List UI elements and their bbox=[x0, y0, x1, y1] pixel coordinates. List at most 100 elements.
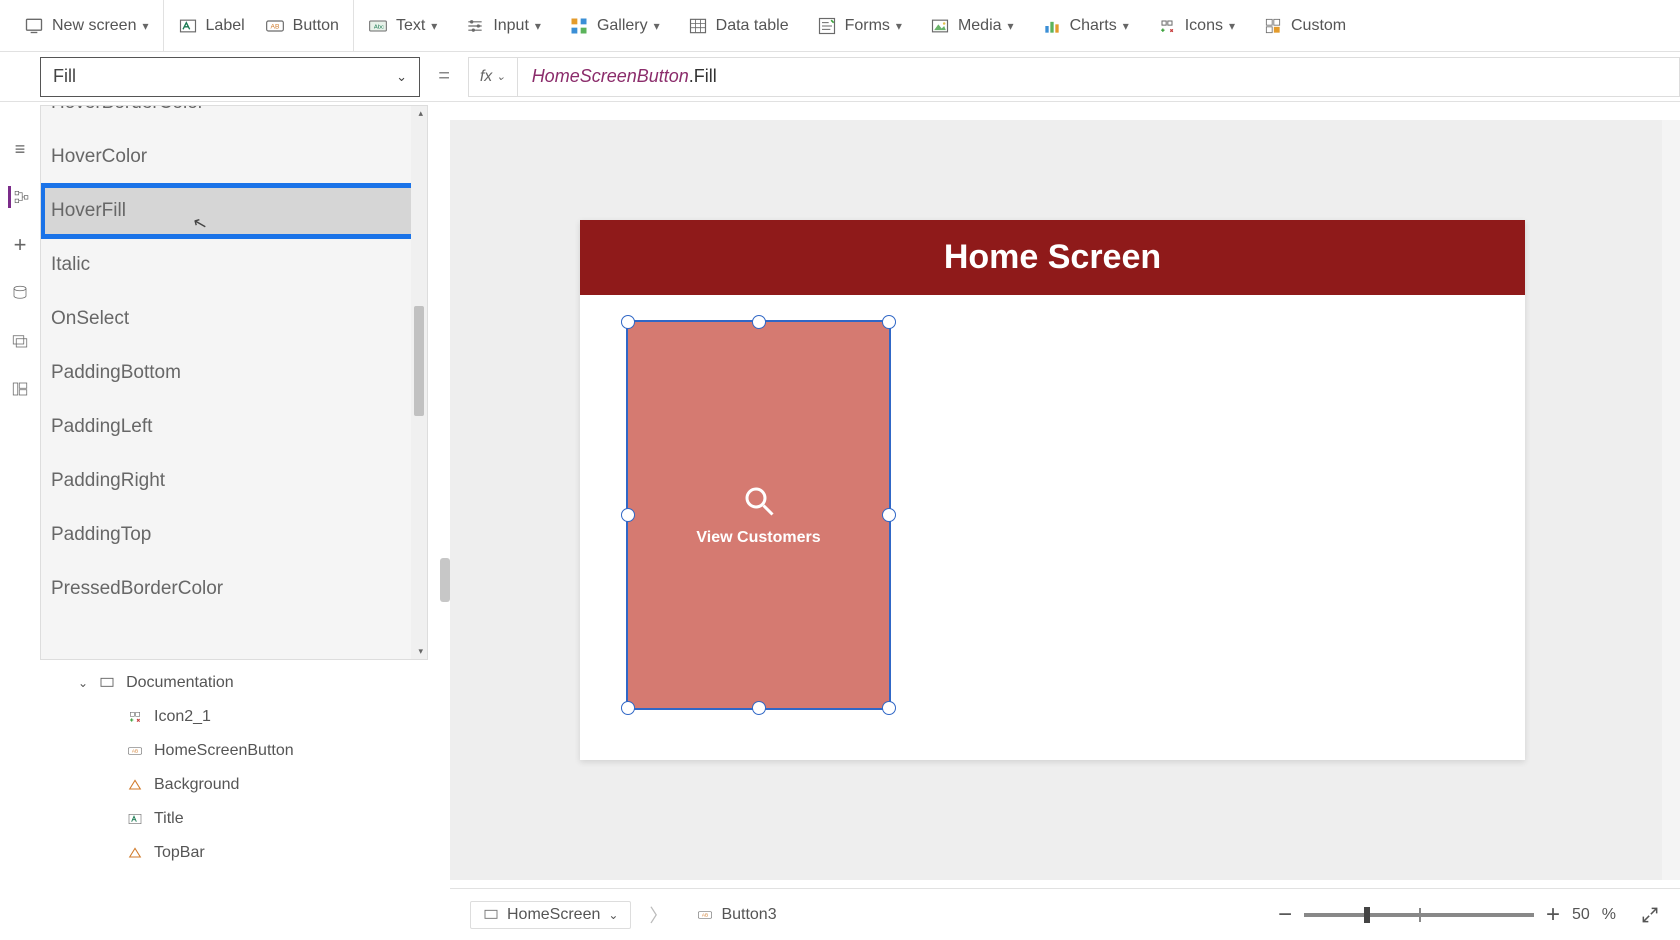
tree-label: HomeScreenButton bbox=[154, 742, 294, 760]
new-screen-button[interactable]: New screen ▾ bbox=[24, 16, 149, 36]
formula-bar: Fill ⌄ = fx ⌄ HomeScreenButton.Fill bbox=[0, 52, 1680, 102]
property-option[interactable]: OnSelect bbox=[41, 292, 427, 346]
data-table-button[interactable]: Data table bbox=[688, 16, 789, 36]
chevron-down-icon: ▾ bbox=[896, 19, 902, 33]
resize-handle[interactable] bbox=[621, 508, 635, 522]
scrollbar-thumb[interactable] bbox=[414, 306, 424, 416]
zoom-slider[interactable] bbox=[1304, 913, 1534, 917]
custom-menu[interactable]: Custom bbox=[1263, 16, 1346, 36]
forms-label: Forms bbox=[845, 17, 890, 35]
property-option[interactable]: PaddingBottom bbox=[41, 346, 427, 400]
data-table-label: Data table bbox=[716, 17, 789, 35]
breadcrumb-label: Button3 bbox=[721, 906, 776, 924]
new-screen-label: New screen bbox=[52, 17, 136, 35]
property-option[interactable]: PaddingTop bbox=[41, 508, 427, 562]
scroll-up-icon[interactable]: ▴ bbox=[418, 108, 423, 119]
tree-view-icon[interactable] bbox=[8, 186, 30, 208]
property-option[interactable]: HoverBorderColor bbox=[41, 105, 427, 130]
custom-icon bbox=[1263, 16, 1283, 36]
breadcrumb-screen[interactable]: HomeScreen ⌄ bbox=[470, 901, 631, 929]
formula-input[interactable]: HomeScreenButton.Fill bbox=[518, 57, 1680, 97]
media-menu[interactable]: Media ▾ bbox=[930, 16, 1014, 36]
chevron-down-icon: ▾ bbox=[654, 19, 660, 33]
zoom-in-button[interactable]: + bbox=[1546, 901, 1560, 929]
forms-menu[interactable]: Forms ▾ bbox=[817, 16, 902, 36]
zoom-unit: % bbox=[1602, 906, 1616, 924]
hamburger-icon[interactable]: ≡ bbox=[9, 138, 31, 160]
button-icon: AB bbox=[697, 907, 713, 923]
insert-icon[interactable]: + bbox=[9, 234, 31, 256]
zoom-thumb[interactable] bbox=[1364, 907, 1370, 923]
fit-to-screen-button[interactable] bbox=[1640, 905, 1660, 925]
chevron-down-icon: ▾ bbox=[1123, 19, 1129, 33]
app-canvas[interactable]: Home Screen View Customers bbox=[580, 220, 1525, 760]
tree-label: Background bbox=[154, 776, 239, 794]
left-rail: ≡ + bbox=[0, 120, 40, 400]
tree-node-background[interactable]: Background bbox=[40, 768, 428, 802]
cursor-icon: ↖ bbox=[191, 212, 210, 235]
resize-handle[interactable] bbox=[621, 315, 635, 329]
data-icon[interactable] bbox=[9, 282, 31, 304]
resize-handle[interactable] bbox=[882, 701, 896, 715]
zoom-value: 50 bbox=[1572, 906, 1590, 924]
header-title: Home Screen bbox=[944, 238, 1161, 277]
property-option-hoverfill[interactable]: HoverFill ↖ bbox=[41, 184, 427, 238]
property-option[interactable]: HoverColor bbox=[41, 130, 427, 184]
tree-node-documentation[interactable]: ⌄ Documentation bbox=[40, 666, 428, 700]
property-option[interactable]: PaddingLeft bbox=[41, 400, 427, 454]
dropdown-scrollbar[interactable]: ▴ ▾ bbox=[411, 106, 427, 659]
tree-node-title[interactable]: Title bbox=[40, 802, 428, 836]
button-label: Button bbox=[293, 17, 339, 35]
svg-text:AB: AB bbox=[132, 749, 138, 754]
button-button[interactable]: AB Button bbox=[265, 16, 339, 36]
property-dropdown: HoverBorderColor HoverColor HoverFill ↖ … bbox=[40, 105, 428, 660]
icons-icon bbox=[126, 708, 144, 726]
label-button[interactable]: Label bbox=[178, 16, 245, 36]
tree-node-topbar[interactable]: TopBar bbox=[40, 836, 428, 870]
screen-icon bbox=[98, 674, 116, 692]
breadcrumb-control[interactable]: AB Button3 bbox=[685, 902, 788, 928]
tree-label: Documentation bbox=[126, 674, 234, 692]
property-option[interactable]: Italic bbox=[41, 238, 427, 292]
zoom-out-button[interactable]: − bbox=[1278, 901, 1292, 929]
variables-icon[interactable] bbox=[9, 378, 31, 400]
gallery-menu[interactable]: Gallery ▾ bbox=[569, 16, 660, 36]
scroll-down-icon[interactable]: ▾ bbox=[418, 646, 423, 657]
button-icon: AB bbox=[126, 742, 144, 760]
property-selector[interactable]: Fill ⌄ bbox=[40, 57, 420, 97]
canvas-area[interactable]: Home Screen View Customers bbox=[450, 120, 1680, 880]
forms-icon bbox=[817, 16, 837, 36]
tree-view-panel: ⌄ Documentation Icon2_1 AB HomeScreenBut… bbox=[40, 660, 428, 876]
sliders-icon bbox=[465, 16, 485, 36]
search-icon bbox=[741, 483, 777, 519]
canvas-header: Home Screen bbox=[580, 220, 1525, 295]
tree-node-homescreenbutton[interactable]: AB HomeScreenButton bbox=[40, 734, 428, 768]
property-option[interactable]: PressedBorderColor bbox=[41, 562, 427, 616]
canvas-scrollbar[interactable] bbox=[1662, 120, 1680, 880]
resize-handle[interactable] bbox=[882, 315, 896, 329]
icons-menu[interactable]: Icons ▾ bbox=[1157, 16, 1235, 36]
fx-button[interactable]: fx ⌄ bbox=[468, 57, 518, 97]
tree-label: Title bbox=[154, 810, 184, 828]
zoom-controls: − + 50 % bbox=[1278, 901, 1660, 929]
resize-handle[interactable] bbox=[752, 315, 766, 329]
text-menu[interactable]: Abc Text ▾ bbox=[368, 16, 437, 36]
svg-text:Abc: Abc bbox=[374, 24, 384, 30]
input-menu[interactable]: Input ▾ bbox=[465, 16, 541, 36]
resize-handle[interactable] bbox=[621, 701, 635, 715]
chevron-down-icon: ▾ bbox=[142, 19, 148, 33]
resize-handle[interactable] bbox=[752, 701, 766, 715]
resize-handle[interactable] bbox=[882, 508, 896, 522]
icons-label: Icons bbox=[1185, 17, 1223, 35]
formula-control-ref: HomeScreenButton bbox=[532, 66, 689, 87]
media-label: Media bbox=[958, 17, 1002, 35]
selected-button-control[interactable]: View Customers bbox=[626, 320, 891, 710]
custom-label: Custom bbox=[1291, 17, 1346, 35]
tree-node-icon2-1[interactable]: Icon2_1 bbox=[40, 700, 428, 734]
table-icon bbox=[688, 16, 708, 36]
panel-scroll-thumb[interactable] bbox=[440, 558, 450, 602]
property-option[interactable]: PaddingRight bbox=[41, 454, 427, 508]
label-icon bbox=[178, 16, 198, 36]
charts-menu[interactable]: Charts ▾ bbox=[1042, 16, 1129, 36]
media-panel-icon[interactable] bbox=[9, 330, 31, 352]
